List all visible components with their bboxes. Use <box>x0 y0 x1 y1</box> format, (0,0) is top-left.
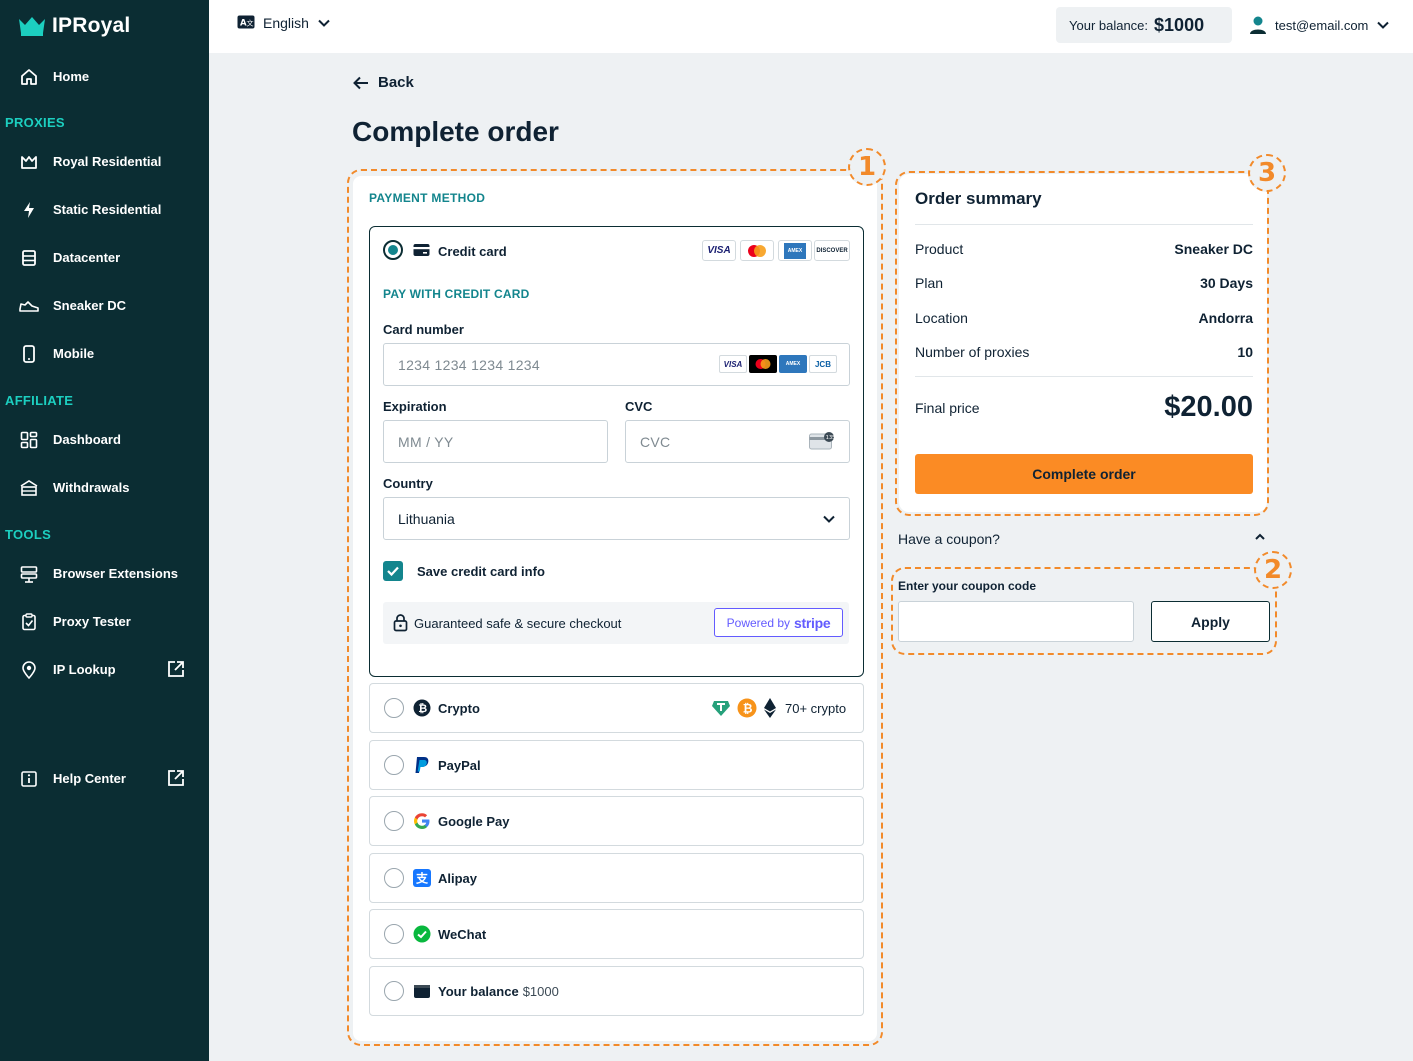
top-header: A文 English Your balance: $1000 test@emai… <box>209 0 1413 53</box>
back-link[interactable]: Back <box>352 74 414 91</box>
sidebar-item-label: Home <box>53 69 90 84</box>
sidebar-item-mobile[interactable]: Mobile <box>0 334 209 374</box>
sidebar-item-proxy-tester[interactable]: Proxy Tester <box>0 602 209 642</box>
crown-logo-icon <box>19 17 45 36</box>
back-label: Back <box>378 74 414 91</box>
crown-icon <box>21 156 37 169</box>
language-label: English <box>263 15 309 31</box>
sidebar-item-label: Proxy Tester <box>53 614 131 629</box>
dashboard-icon <box>20 431 38 449</box>
sidebar-item-label: Dashboard <box>53 432 121 447</box>
chevron-down-icon <box>1377 21 1390 29</box>
svg-text:文: 文 <box>247 19 254 28</box>
page-title: Complete order <box>352 116 559 147</box>
sneaker-icon <box>19 301 39 312</box>
annotation-badge-2: 2 <box>1254 551 1292 589</box>
user-avatar-icon <box>1250 16 1266 34</box>
coupon-toggle[interactable]: Have a coupon? <box>898 531 1000 547</box>
sidebar-item-home[interactable]: Home <box>0 57 209 97</box>
lightning-icon <box>24 202 34 218</box>
sidebar-item-datacenter[interactable]: Datacenter <box>0 238 209 278</box>
info-icon <box>21 771 37 787</box>
sidebar-item-label: Static Residential <box>53 202 162 217</box>
withdraw-icon <box>20 480 38 496</box>
chevron-up-icon[interactable] <box>1253 532 1267 542</box>
sidebar-item-sneaker-dc[interactable]: Sneaker DC <box>0 286 209 326</box>
sidebar-item-label: Help Center <box>53 771 126 786</box>
arrow-left-icon <box>353 76 368 89</box>
logo[interactable]: IPRoyal <box>18 14 130 38</box>
sidebar-item-label: Browser Extensions <box>53 566 178 581</box>
home-icon <box>21 69 37 85</box>
server-icon <box>22 250 36 266</box>
section-label-proxies: PROXIES <box>5 115 65 130</box>
sidebar-item-label: Royal Residential <box>53 154 162 169</box>
external-link-icon <box>168 770 184 786</box>
external-link-icon <box>168 661 184 677</box>
annotation-box-summary <box>895 171 1269 516</box>
annotation-badge-3: 3 <box>1248 154 1286 192</box>
translate-icon: A文 <box>237 15 255 29</box>
sidebar-item-ip-lookup[interactable]: IP Lookup <box>0 650 209 690</box>
user-email: test@email.com <box>1275 17 1369 33</box>
sidebar-item-help-center[interactable]: Help Center <box>0 759 209 799</box>
extension-icon <box>20 566 38 583</box>
balance-label: Your balance: <box>1069 17 1149 33</box>
sidebar-item-label: Withdrawals <box>53 480 130 495</box>
section-label-tools: TOOLS <box>5 527 52 542</box>
sidebar-item-label: Sneaker DC <box>53 298 126 313</box>
section-label-affiliate: AFFILIATE <box>5 393 74 408</box>
clipboard-check-icon <box>22 613 36 631</box>
sidebar-item-static-residential[interactable]: Static Residential <box>0 190 209 230</box>
annotation-box-coupon <box>891 567 1277 655</box>
mobile-phone-icon <box>23 345 35 363</box>
sidebar-item-label: IP Lookup <box>53 662 116 677</box>
language-selector[interactable]: A文 English <box>237 15 331 31</box>
user-menu[interactable]: test@email.com <box>1249 15 1390 35</box>
sidebar-item-royal-residential[interactable]: Royal Residential <box>0 142 209 182</box>
annotation-badge-1: 1 <box>848 148 886 186</box>
logo-text: IPRoyal <box>52 14 131 37</box>
balance-value: $1000 <box>1154 14 1205 35</box>
sidebar-item-label: Datacenter <box>53 250 121 265</box>
annotation-box-payment <box>347 169 883 1046</box>
sidebar-item-dashboard[interactable]: Dashboard <box>0 420 209 460</box>
sidebar: IPRoyal Home PROXIES Royal Residential S… <box>0 0 209 1061</box>
sidebar-item-browser-extensions[interactable]: Browser Extensions <box>0 554 209 594</box>
sidebar-item-label: Mobile <box>53 346 95 361</box>
sidebar-item-withdrawals[interactable]: Withdrawals <box>0 468 209 508</box>
chevron-down-icon <box>318 19 330 27</box>
balance-display: Your balance: $1000 <box>1056 7 1232 43</box>
location-pin-icon <box>22 661 36 680</box>
